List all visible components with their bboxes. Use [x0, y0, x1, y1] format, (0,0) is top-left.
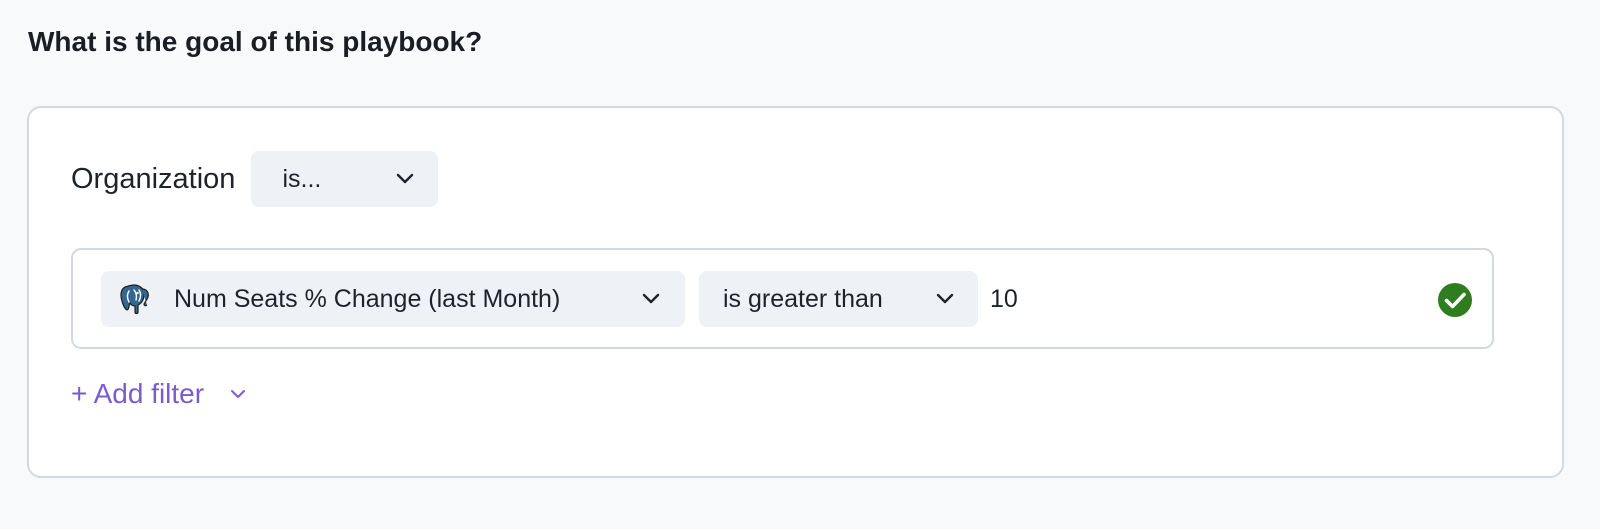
- page-title: What is the goal of this playbook?: [28, 26, 483, 57]
- entity-label: Organization: [71, 162, 236, 195]
- check-circle-icon: [1437, 282, 1473, 318]
- filter-field-dropdown[interactable]: Num Seats % Change (last Month): [101, 271, 685, 327]
- filter-operator-label: is greater than: [723, 284, 883, 313]
- filter-row: Num Seats % Change (last Month) is great…: [71, 248, 1494, 349]
- chevron-down-icon[interactable]: [230, 389, 246, 399]
- entity-condition-dropdown[interactable]: is...: [251, 151, 439, 207]
- entity-row: Organization is...: [71, 151, 439, 207]
- postgresql-elephant-icon: [117, 281, 153, 317]
- chevron-down-icon: [396, 173, 414, 185]
- filter-value-input[interactable]: [990, 274, 1290, 324]
- chevron-down-icon: [936, 293, 954, 305]
- filter-operator-dropdown[interactable]: is greater than: [699, 271, 978, 327]
- add-filter-row: + Add filter: [71, 374, 246, 414]
- filter-field-label: Num Seats % Change (last Month): [174, 284, 561, 313]
- entity-condition-value: is...: [282, 164, 322, 193]
- chevron-down-icon: [642, 293, 660, 305]
- add-filter-button[interactable]: + Add filter: [71, 378, 204, 410]
- goal-card: Organization is... Num Seats % Change (l…: [27, 106, 1564, 478]
